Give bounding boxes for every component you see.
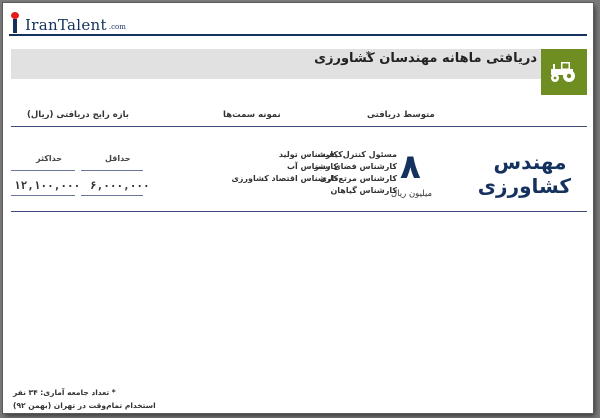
column-header-range: بازه رایج دریافتی (ریال) <box>27 110 129 120</box>
list-item: کارشناس مرتع‌داری <box>319 174 397 183</box>
column-header-average: متوسط دریافتی <box>367 110 435 120</box>
range-min-underline <box>81 195 143 196</box>
job-title-line1: مهندس <box>493 150 567 174</box>
footnote-sample-size: * تعداد جامعه آماری: ۳۴ نفر <box>13 388 116 397</box>
list-item: کارشناس گیاهان <box>330 186 397 195</box>
job-title: مهندس کشاورزی <box>477 150 571 198</box>
logo-i-icon <box>9 12 23 34</box>
range-min-divider <box>81 170 143 171</box>
footnote-employment: استخدام تمام‌وقت در تهران (بهمن ۹۲) <box>13 401 156 410</box>
table-bottom-divider <box>11 211 587 212</box>
average-salary-value: ۸ <box>400 147 421 187</box>
positions-list-right: مسئول کنترل‌کیفیت کارشناس فضای سبز کارشن… <box>314 149 397 197</box>
logo-domain: .com <box>108 23 126 31</box>
list-item: مسئول کنترل‌کیفیت <box>317 150 397 159</box>
range-max-underline <box>11 195 75 196</box>
header-divider <box>11 126 587 127</box>
range-max-value: ۱۲,۱۰۰,۰۰۰ <box>14 179 81 192</box>
title-footnote-star: * <box>365 50 371 61</box>
logo-text: IranTalent <box>25 16 107 34</box>
range-max-label: حداکثر <box>36 154 63 163</box>
salary-card: IranTalent .com دریافتی ماهانه مهندسان ک… <box>3 3 593 413</box>
range-min-label: حداقل <box>105 154 131 163</box>
irantalent-logo[interactable]: IranTalent .com <box>9 8 126 34</box>
range-min-value: ۶,۰۰۰,۰۰۰ <box>90 179 150 192</box>
range-max-divider <box>11 170 75 171</box>
list-item: کارشناس فضای سبز <box>314 162 397 171</box>
tractor-icon <box>541 49 587 95</box>
column-header-positions: نمونه سمت‌ها <box>223 110 281 120</box>
average-salary-unit: میلیون ریال <box>391 189 433 199</box>
logo-divider <box>9 34 587 36</box>
job-title-line2: کشاورزی <box>477 174 571 198</box>
page-title: دریافتی ماهانه مهندسان کشاورزی <box>314 51 537 66</box>
